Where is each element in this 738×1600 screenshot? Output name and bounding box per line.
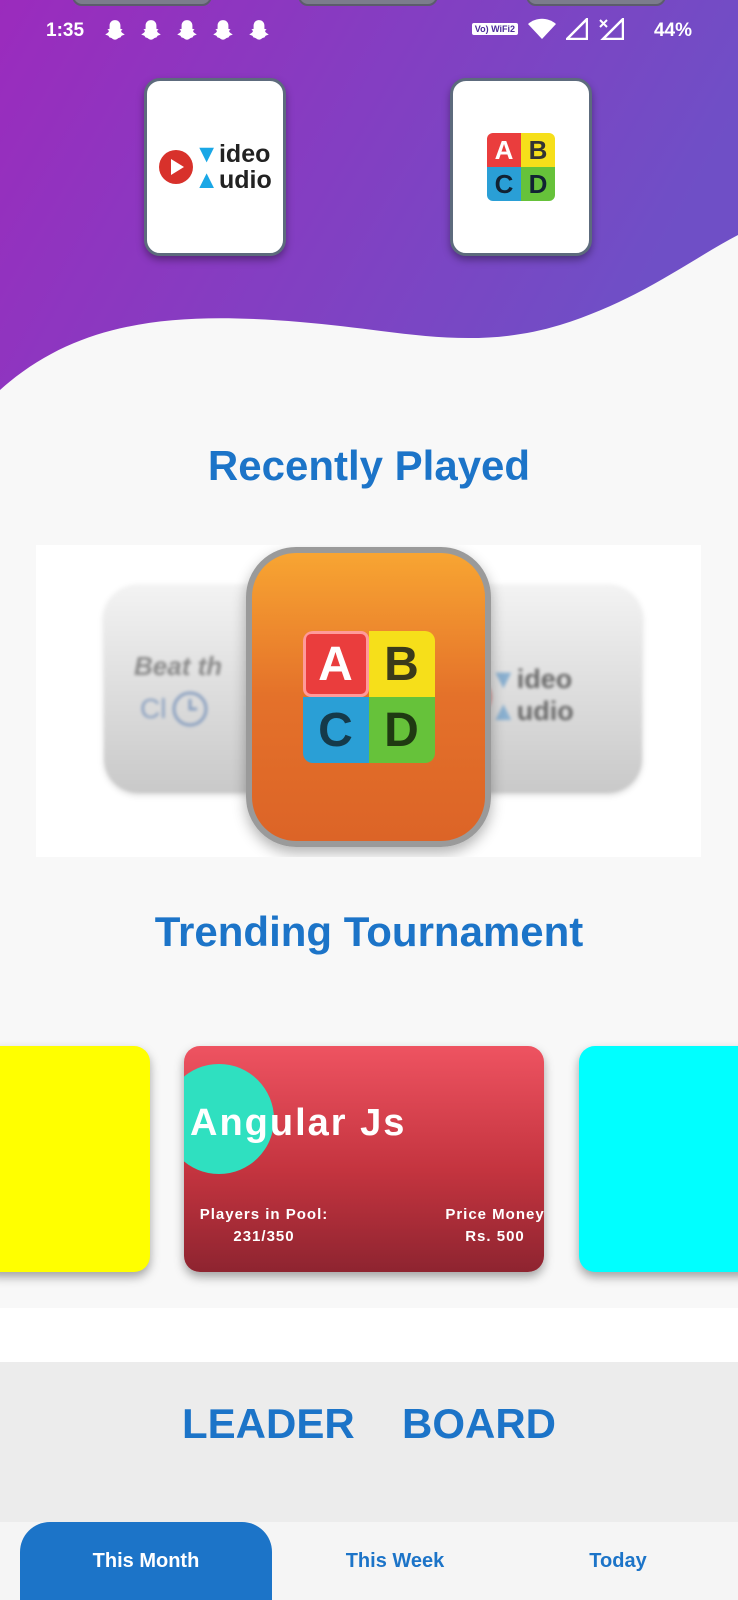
status-tab: [298, 0, 438, 6]
video-label: ideo: [516, 664, 573, 694]
header-background: [0, 0, 738, 390]
letter-b: B: [521, 133, 555, 167]
clock-label: Cl: [140, 693, 167, 724]
battery-level: 44%: [653, 20, 692, 41]
prize-label: Price Money: [445, 1206, 544, 1223]
abcd-featured-card[interactable]: A B C D: [246, 547, 491, 847]
letter-d: D: [521, 167, 555, 201]
audio-label: udio: [516, 696, 574, 726]
status-indicators: Vo) WiFi2: [471, 18, 676, 40]
leaderboard-title: LEADER BOARD: [181, 1400, 556, 1447]
recently-played-title: Recently Played: [207, 442, 531, 489]
down-triangle-icon: ▼: [490, 664, 517, 694]
video-audio-logo: ▼ ideo ▲ udio: [158, 141, 272, 193]
snapchat-icon: [249, 20, 269, 40]
snapchat-icon: [105, 20, 125, 40]
letter-a: A: [302, 631, 369, 697]
signal-icon: [566, 18, 588, 40]
video-audio-game-tile[interactable]: ▼ ideo ▲ udio: [144, 78, 286, 256]
players-value: 231/350: [233, 1228, 295, 1245]
tournament-card-yellow[interactable]: [0, 1046, 150, 1272]
trending-tournament-title: Trending Tournament: [154, 908, 584, 955]
tournament-card-angular[interactable]: Angular Js Players in Pool: 231/350 Pric…: [184, 1046, 544, 1272]
letter-a: A: [487, 133, 521, 167]
audio-label: udio: [218, 166, 272, 194]
tab-this-month[interactable]: This Month: [20, 1522, 272, 1600]
leaderboard-section: LEADER BOARD: [0, 1362, 738, 1522]
tournament-card-cyan[interactable]: [579, 1046, 738, 1272]
clock-label-row: Cl: [140, 689, 210, 729]
leaderboard-tabs: This Month This Week Today: [0, 1522, 738, 1600]
clock-icon: [172, 691, 208, 727]
tab-today[interactable]: Today: [518, 1522, 718, 1600]
tab-this-week[interactable]: This Week: [272, 1522, 518, 1600]
letter-d: D: [368, 697, 435, 763]
letter-b: B: [368, 631, 435, 697]
status-tab: [72, 0, 212, 6]
status-bar: 1:35 Vo) WiFi2 44%: [0, 0, 738, 56]
recently-played-carousel[interactable]: Beat th Cl ▼ideo ▲udio A B C D: [36, 545, 701, 857]
status-time: 1:35: [46, 20, 85, 41]
section-divider: [0, 1308, 738, 1362]
app-screen: 1:35 Vo) WiFi2 44% ▼ ideo ▲ udio A B C D…: [0, 0, 738, 1600]
snapchat-icon: [141, 20, 161, 40]
signal-no-service-icon: [599, 18, 624, 40]
abcd-logo: A B C D: [487, 133, 555, 201]
down-triangle-icon: ▼: [194, 140, 219, 168]
up-triangle-icon: ▲: [194, 166, 219, 194]
video-audio-blurred-logo: ▼ideo ▲udio: [490, 663, 574, 727]
snapchat-icon: [177, 20, 197, 40]
volte-wifi-icon: Vo) WiFi2: [471, 23, 518, 35]
notification-icons: [102, 18, 272, 44]
letter-c: C: [487, 167, 521, 201]
beat-the-clock-label: Beat th: [134, 651, 223, 681]
tournament-title: Angular Js: [190, 1102, 407, 1144]
up-triangle-icon: ▲: [490, 696, 517, 726]
abcd-large-logo: A B C D: [302, 631, 435, 763]
abcd-game-tile[interactable]: A B C D: [450, 78, 592, 256]
players-label: Players in Pool:: [199, 1206, 329, 1223]
wifi-icon: [528, 18, 556, 39]
video-label: ideo: [218, 140, 271, 168]
letter-c: C: [302, 697, 369, 763]
snapchat-icon: [213, 20, 233, 40]
prize-value: Rs. 500: [465, 1228, 525, 1245]
play-icon: [159, 150, 194, 184]
players-in-pool: Players in Pool: 231/350: [184, 1204, 344, 1248]
status-tab: [526, 0, 666, 6]
price-money: Price Money Rs. 500: [430, 1204, 544, 1248]
